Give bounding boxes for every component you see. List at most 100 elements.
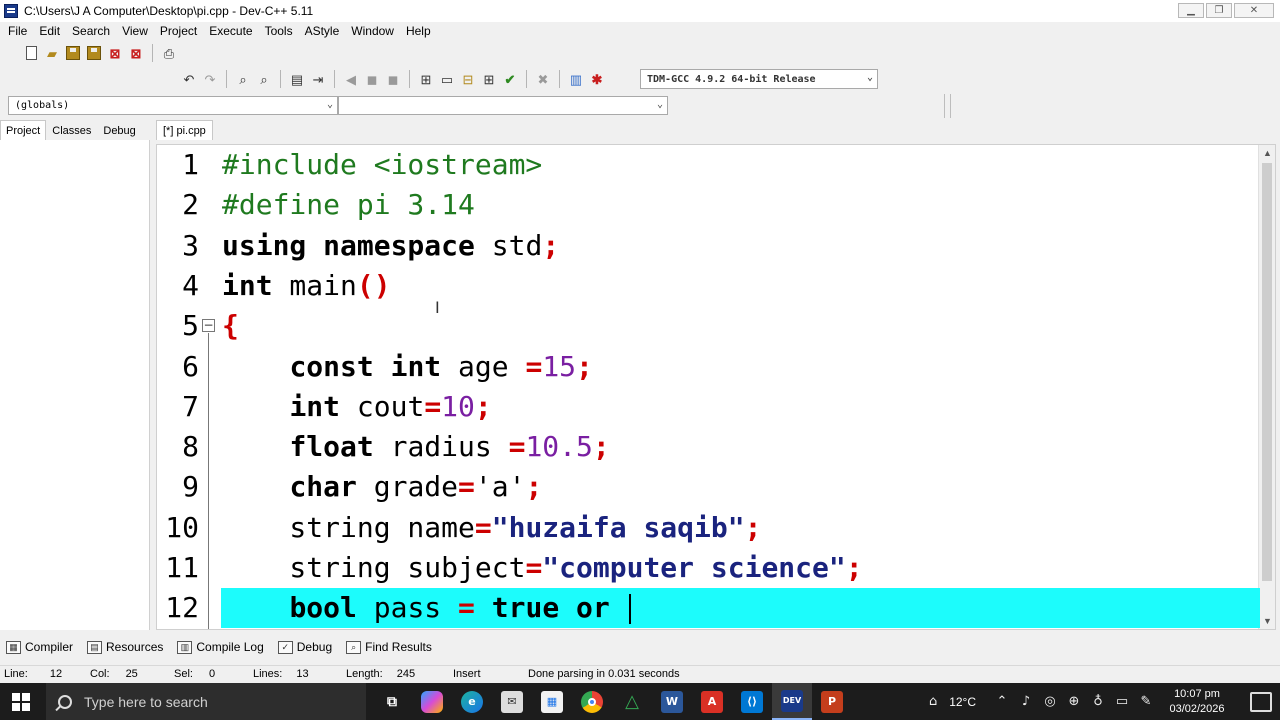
code-line[interactable]: int cout=10; xyxy=(157,387,1260,427)
code-line[interactable]: string name="huzaifa saqib"; xyxy=(157,508,1260,548)
tab-resources[interactable]: ▤ Resources xyxy=(87,640,163,654)
save-all-button[interactable] xyxy=(85,44,103,62)
menu-edit[interactable]: Edit xyxy=(33,24,66,38)
class-browser-button[interactable]: ⊟ xyxy=(459,70,477,88)
menu-project[interactable]: Project xyxy=(154,24,203,38)
taskbar-powerpoint[interactable]: P xyxy=(812,683,852,720)
power-icon[interactable]: ▭ xyxy=(1114,694,1130,710)
project-options-button[interactable]: ▭ xyxy=(438,70,456,88)
close-file-button[interactable]: ⊠ xyxy=(106,44,124,62)
scroll-up-icon[interactable]: ▲ xyxy=(1259,145,1275,161)
tile-button[interactable]: ⊞ xyxy=(480,70,498,88)
undo-button[interactable]: ↶ xyxy=(180,70,198,88)
tab-classes[interactable]: Classes xyxy=(46,121,97,140)
tab-debug-output[interactable]: ✓ Debug xyxy=(277,640,332,654)
find-button[interactable]: ⌕ xyxy=(234,70,252,88)
code-line[interactable]: string subject="computer science"; xyxy=(157,548,1260,588)
tab-project[interactable]: Project xyxy=(0,120,47,140)
bookmark-prev-button[interactable]: ◀ xyxy=(342,70,360,88)
restore-button[interactable]: ❐ xyxy=(1206,3,1232,18)
taskbar-search[interactable]: Type here to search xyxy=(46,683,366,720)
print-button[interactable]: ⎙ xyxy=(160,44,178,62)
tab-debug[interactable]: Debug xyxy=(97,121,141,140)
tab-compile-log[interactable]: ▥ Compile Log xyxy=(177,640,264,654)
replace-button[interactable]: ⌕ xyxy=(255,70,273,88)
chevron-up-icon[interactable]: ⌃ xyxy=(994,694,1010,710)
tab-compiler[interactable]: ▦ Compiler xyxy=(6,640,73,654)
taskbar-acrobat[interactable]: A xyxy=(692,683,732,720)
notification-icon[interactable] xyxy=(1250,691,1272,712)
menu-help[interactable]: Help xyxy=(400,24,437,38)
goto-line-button[interactable]: ▤ xyxy=(288,70,306,88)
taskbar-mail[interactable]: ✉ xyxy=(492,683,532,720)
taskbar-word[interactable]: W xyxy=(652,683,692,720)
code-line[interactable]: #define pi 3.14 xyxy=(157,185,1260,225)
chrome-icon xyxy=(581,690,603,713)
taskbar-store[interactable]: ▦ xyxy=(532,683,572,720)
menu-file[interactable]: File xyxy=(2,24,33,38)
minimize-button[interactable]: ▁ xyxy=(1178,3,1204,18)
network-icon[interactable]: ⊕ xyxy=(1066,694,1082,710)
toolbar-grip[interactable] xyxy=(944,94,951,118)
code-line[interactable]: const int age =15; xyxy=(157,347,1260,387)
tab-pi-cpp[interactable]: [*] pi.cpp xyxy=(156,120,213,140)
close-all-button[interactable]: ⊠ xyxy=(127,44,145,62)
code-line[interactable]: #include <iostream> xyxy=(157,145,1260,185)
taskbar-vscode[interactable]: ⟨⟩ xyxy=(732,683,772,720)
scroll-thumb[interactable] xyxy=(1262,163,1272,581)
compile-run-button[interactable]: ✔ xyxy=(501,70,519,88)
code-line[interactable]: float radius =10.5; xyxy=(157,427,1260,467)
debug-button[interactable]: ✱ xyxy=(588,70,606,88)
weather-temp[interactable]: 12°C xyxy=(949,695,976,709)
stop-button[interactable]: ✖ xyxy=(534,70,552,88)
code-line[interactable]: char grade='a'; xyxy=(157,467,1260,507)
code-line[interactable]: { xyxy=(157,306,1260,346)
taskbar-edge[interactable]: e xyxy=(452,683,492,720)
close-button[interactable]: ✕ xyxy=(1234,3,1274,18)
taskbar-chrome[interactable] xyxy=(572,683,612,720)
microphone-icon[interactable]: ♁ xyxy=(1090,694,1106,710)
pen-icon[interactable]: ✎ xyxy=(1138,694,1154,710)
printer-icon: ⎙ xyxy=(163,45,175,61)
bookmark-toggle-button[interactable]: ◼ xyxy=(384,70,402,88)
code-editor[interactable]: − I ▲ ▼ 1 #include <iostream> 2 #define pi … xyxy=(156,144,1276,630)
menu-search[interactable]: Search xyxy=(66,24,116,38)
new-file-button[interactable] xyxy=(22,44,40,62)
menu-view[interactable]: View xyxy=(116,24,154,38)
code-token: const int xyxy=(289,349,442,383)
indent-button[interactable]: ⇥ xyxy=(309,70,327,88)
scope-select[interactable]: (globals) ⌄ xyxy=(8,96,338,115)
menu-astyle[interactable]: AStyle xyxy=(299,24,346,38)
new-project-button[interactable]: ⊞ xyxy=(417,70,435,88)
code-line-active[interactable]: bool pass = true or xyxy=(221,588,1260,629)
taskbar-drive[interactable]: △ xyxy=(612,683,652,720)
member-select[interactable]: ⌄ xyxy=(338,96,668,115)
editor-vertical-scrollbar[interactable]: ▲ ▼ xyxy=(1258,145,1275,629)
open-file-button[interactable]: ▰ xyxy=(43,44,61,62)
bookmark-next-button[interactable]: ◼ xyxy=(363,70,381,88)
code-text: using namespace std; xyxy=(222,226,559,266)
taskbar-devcpp[interactable]: DEV xyxy=(772,683,812,720)
taskbar-task-view[interactable]: ⧉ xyxy=(372,683,412,720)
project-panel xyxy=(0,140,150,630)
status-col: Col: 25 xyxy=(90,668,138,680)
weather-icon[interactable]: ⌂ xyxy=(925,694,941,710)
meet-icon[interactable]: ◎ xyxy=(1042,694,1058,710)
redo-button[interactable]: ↷ xyxy=(201,70,219,88)
menu-tools[interactable]: Tools xyxy=(259,24,299,38)
code-line[interactable]: int main() xyxy=(157,266,1260,306)
code-token: () xyxy=(356,268,391,302)
start-button[interactable] xyxy=(12,693,30,711)
menu-window[interactable]: Window xyxy=(345,24,400,38)
speaker-icon[interactable]: ♪ xyxy=(1018,694,1034,710)
scroll-down-icon[interactable]: ▼ xyxy=(1259,613,1275,629)
save-button[interactable] xyxy=(64,44,82,62)
code-line[interactable]: using namespace std; xyxy=(157,226,1260,266)
chart-button[interactable]: ▥ xyxy=(567,70,585,88)
tab-find-results[interactable]: ⌕ Find Results xyxy=(346,640,432,654)
taskbar-copilot[interactable] xyxy=(412,683,452,720)
compiler-select[interactable]: TDM-GCC 4.9.2 64-bit Release ⌄ xyxy=(640,69,878,89)
taskbar-clock[interactable]: 10:07 pm 03/02/2026 xyxy=(1162,687,1232,717)
menu-execute[interactable]: Execute xyxy=(203,24,258,38)
